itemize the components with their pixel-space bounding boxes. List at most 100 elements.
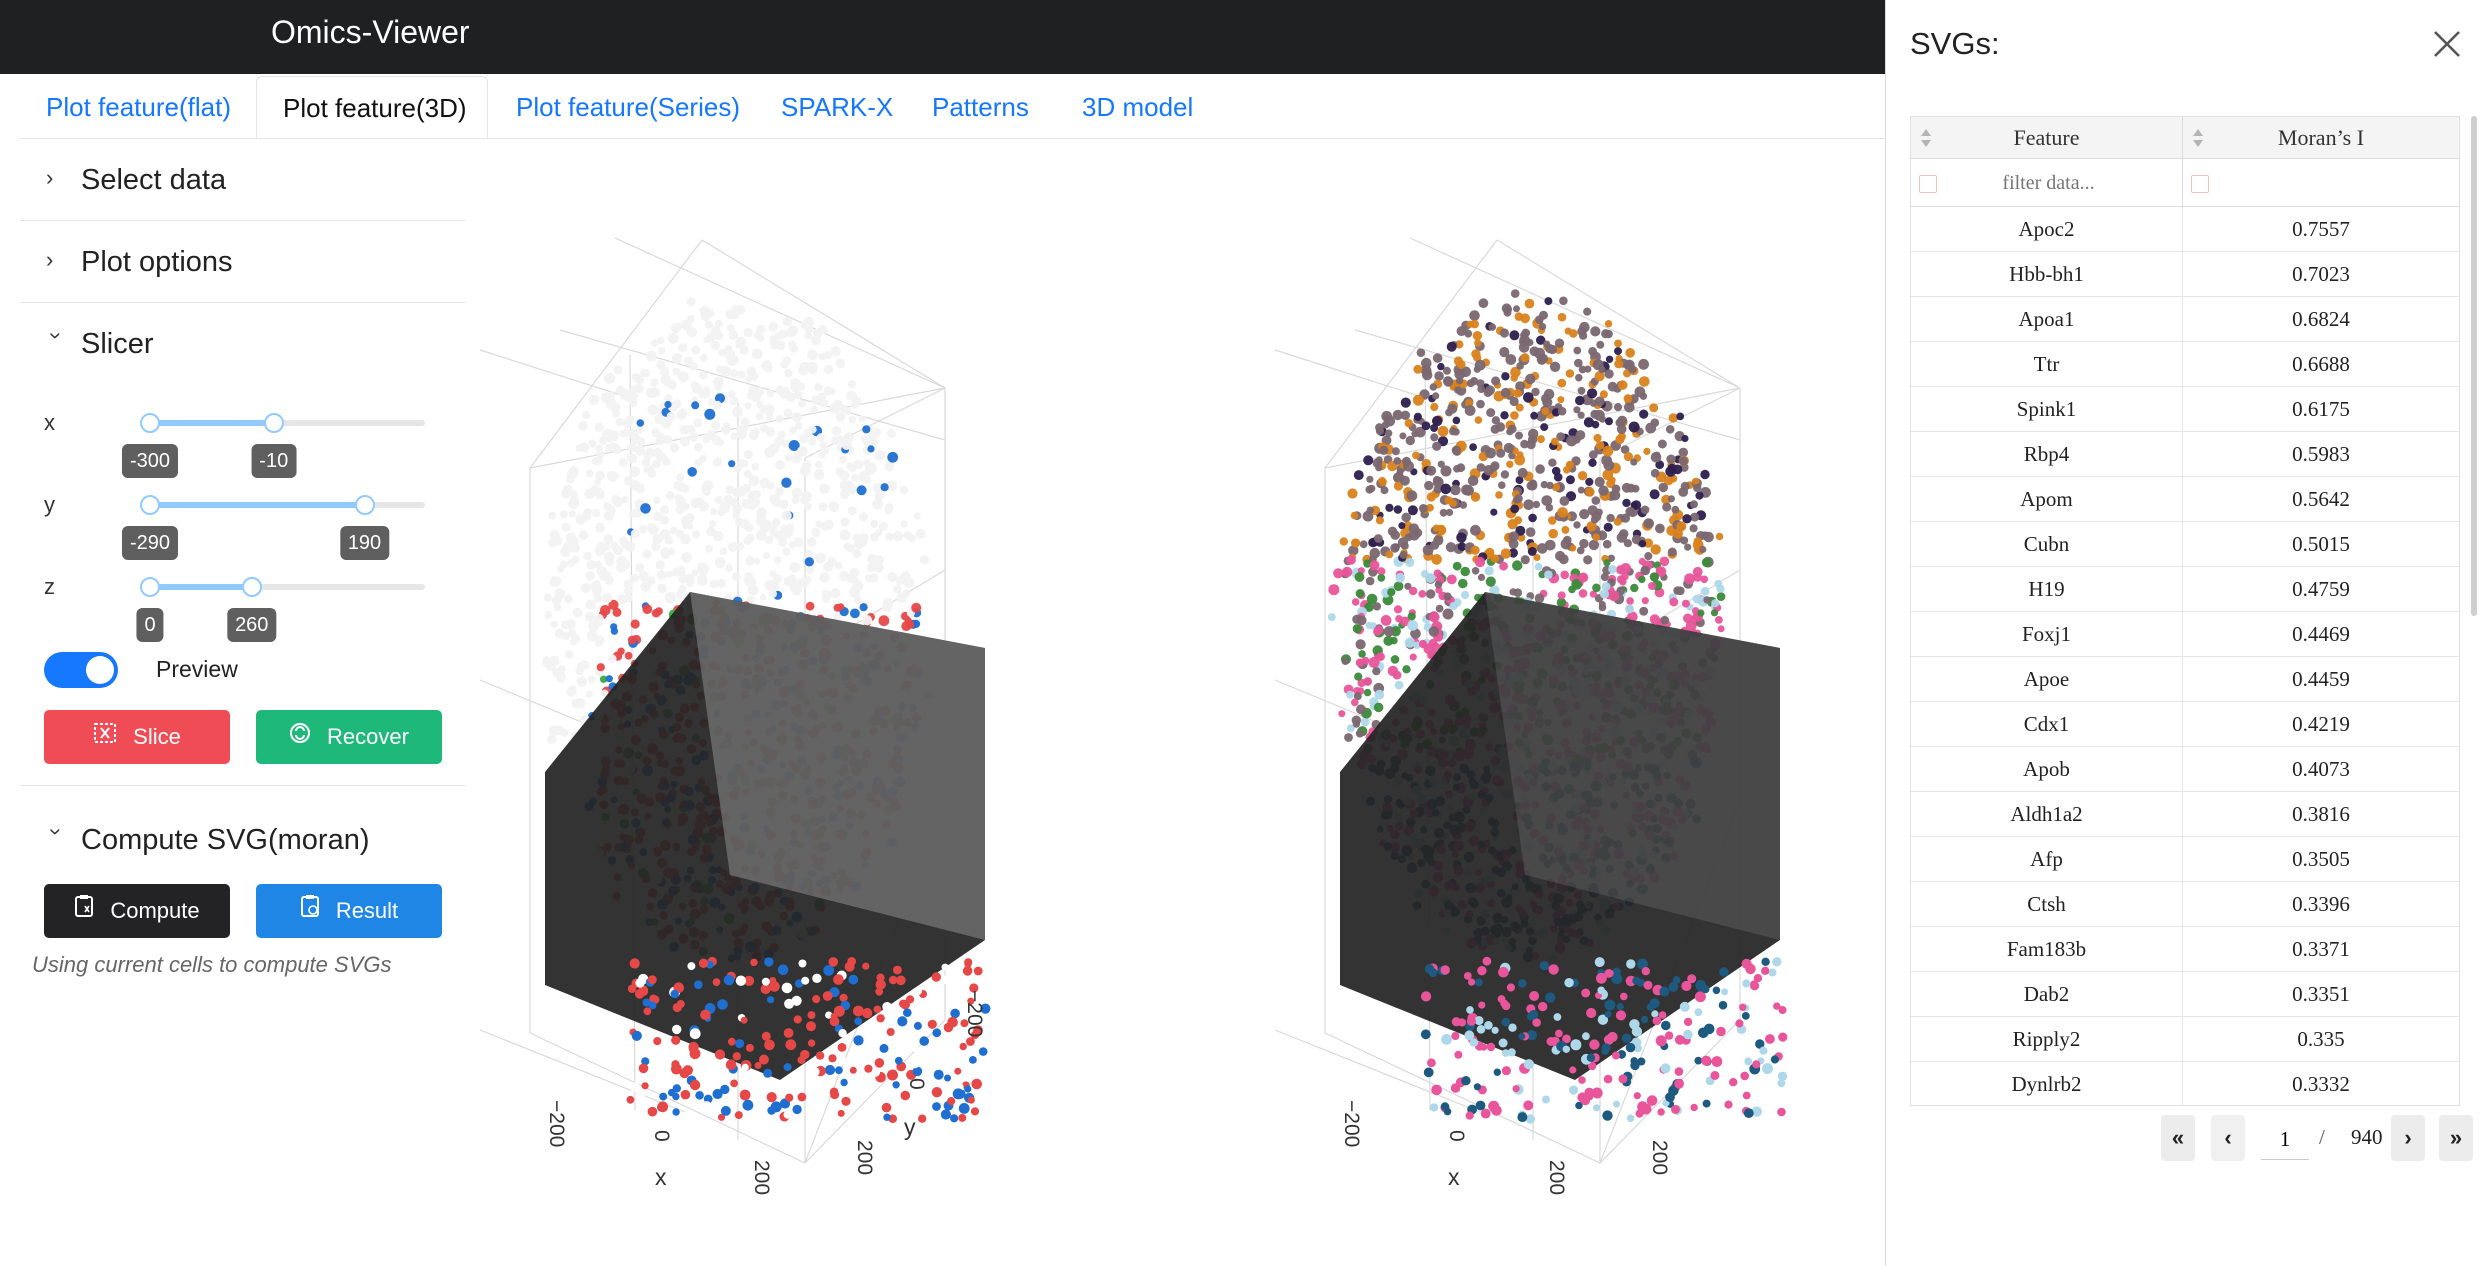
table-row[interactable]: H19 0.4759: [1911, 567, 2459, 612]
scatter-point: [1573, 406, 1581, 414]
tab-plot-feature-flat[interactable]: Plot feature(flat): [20, 76, 257, 138]
scatter-point: [657, 583, 667, 594]
close-icon[interactable]: [2431, 28, 2463, 60]
scatter-point: [755, 412, 764, 421]
table-row[interactable]: Aldh1a2 0.3816: [1911, 792, 2459, 837]
scatter-point: [887, 1069, 898, 1081]
table-row[interactable]: Afp 0.3505: [1911, 837, 2459, 882]
table-scrollbar[interactable]: [2471, 116, 2477, 616]
table-row[interactable]: Spink1 0.6175: [1911, 387, 2459, 432]
first-page-button[interactable]: «: [2161, 1115, 2195, 1161]
scatter-point: [1744, 1057, 1753, 1066]
section-compute-svg[interactable]: › Compute SVG(moran): [20, 800, 465, 880]
scatter-point: [1498, 966, 1509, 978]
recover-button[interactable]: Recover: [256, 710, 442, 764]
scatter-point: [1683, 1029, 1693, 1040]
morans-filter-input[interactable]: [2183, 165, 2459, 201]
scatter-point: [1373, 625, 1384, 635]
scatter-point: [1683, 1017, 1693, 1027]
table-row[interactable]: Hbb-bh1 0.7023: [1911, 252, 2459, 297]
table-row[interactable]: Ctsh 0.3396: [1911, 882, 2459, 927]
scatter-point: [1578, 573, 1587, 581]
scatter-point: [807, 1011, 816, 1020]
scatter-point: [1509, 330, 1520, 341]
table-row[interactable]: Apoe 0.4459: [1911, 657, 2459, 702]
table-row[interactable]: Dynlrb2 0.3332: [1911, 1062, 2459, 1105]
last-page-button[interactable]: »: [2439, 1115, 2473, 1161]
scatter-point: [1684, 543, 1692, 551]
table-row[interactable]: Apoc2 0.7557: [1911, 207, 2459, 252]
slider-handle-low[interactable]: [140, 577, 160, 597]
table-row[interactable]: Dab2 0.3351: [1911, 972, 2459, 1017]
scatter-point: [1347, 488, 1358, 499]
tab-plot-feature-series[interactable]: Plot feature(Series): [490, 76, 766, 138]
scatter-point: [725, 485, 735, 495]
table-row[interactable]: Rbp4 0.5983: [1911, 432, 2459, 477]
preview-toggle[interactable]: [44, 652, 118, 688]
feature-cell: Hbb-bh1: [1911, 252, 2183, 296]
scatter-point: [967, 1096, 975, 1104]
table-row[interactable]: Cdx1 0.4219: [1911, 702, 2459, 747]
table-row[interactable]: Apoa1 0.6824: [1911, 297, 2459, 342]
3d-plot-area[interactable]: −200 0 200 x 200 0 −200 y −200 0 200 x 2…: [470, 140, 1885, 1266]
scatter-point: [1499, 347, 1510, 358]
right-3d-scatter[interactable]: −200 0 200 x 200: [1274, 237, 1788, 1195]
slice-button[interactable]: Slice: [44, 710, 230, 764]
scatter-point: [712, 978, 721, 986]
scatter-point: [1485, 576, 1496, 587]
result-button[interactable]: Result: [256, 884, 442, 938]
scatter-point: [1674, 1067, 1684, 1076]
scatter-point: [594, 522, 605, 533]
table-row[interactable]: Ripply2 0.335: [1911, 1017, 2459, 1062]
scatter-point: [1437, 460, 1445, 468]
column-header-feature[interactable]: Feature: [1911, 117, 2183, 159]
section-select-data[interactable]: › Select data: [20, 140, 465, 221]
scatter-point: [1352, 624, 1362, 634]
slider-handle-low[interactable]: [140, 495, 160, 515]
scatter-point: [1639, 392, 1648, 400]
table-row[interactable]: Ttr 0.6688: [1911, 342, 2459, 387]
table-row[interactable]: Apob 0.4073: [1911, 747, 2459, 792]
slider-track[interactable]: 0 260: [136, 577, 425, 642]
scatter-point: [1697, 609, 1705, 617]
table-row[interactable]: Cubn 0.5015: [1911, 522, 2459, 567]
table-row[interactable]: Foxj1 0.4469: [1911, 612, 2459, 657]
tab-3d-model[interactable]: 3D model: [1056, 76, 1219, 138]
scatter-point: [1365, 621, 1374, 630]
scatter-point: [1373, 534, 1383, 543]
scatter-point: [1351, 538, 1361, 548]
page-number-input[interactable]: [2261, 1119, 2309, 1160]
slider-handle-high[interactable]: [241, 577, 262, 597]
scatter-point: [1625, 1042, 1636, 1053]
section-slicer[interactable]: › Slicer: [20, 304, 465, 384]
tab-spark-x[interactable]: SPARK-X: [755, 76, 919, 138]
sort-icon[interactable]: [2191, 127, 2205, 149]
table-row[interactable]: Apom 0.5642: [1911, 477, 2459, 522]
scatter-point: [1351, 598, 1360, 606]
slider-handle-low[interactable]: [140, 413, 160, 433]
feature-filter-input[interactable]: [1911, 165, 2186, 201]
3d-scatter-plots[interactable]: −200 0 200 x 200 0 −200 y −200 0 200 x 2…: [470, 140, 1885, 1266]
prev-page-button[interactable]: ‹: [2211, 1115, 2245, 1161]
scatter-point: [1557, 406, 1567, 416]
slider-tooltip-high: -10: [251, 444, 297, 478]
scatter-point: [1544, 570, 1553, 579]
scatter-point: [627, 635, 637, 645]
tab-patterns[interactable]: Patterns: [906, 76, 1055, 138]
next-page-button[interactable]: ›: [2391, 1115, 2425, 1161]
slider-handle-high[interactable]: [354, 495, 375, 515]
slider-handle-high[interactable]: [263, 413, 284, 433]
column-header-morans-i[interactable]: Moran’s I: [2183, 117, 2459, 159]
scatter-point: [1638, 575, 1646, 584]
slider-track[interactable]: -290 190: [121, 495, 425, 560]
left-3d-scatter[interactable]: −200 0 200 x 200 0 −200 y: [479, 237, 991, 1195]
scatter-point: [1569, 1085, 1579, 1095]
scatter-point: [756, 334, 765, 342]
sort-icon[interactable]: [1919, 127, 1933, 149]
compute-button[interactable]: Compute: [44, 884, 230, 938]
scatter-point: [635, 978, 645, 988]
section-plot-options[interactable]: › Plot options: [20, 222, 465, 303]
tab-plot-feature-3d[interactable]: Plot feature(3D): [256, 76, 488, 138]
slider-track[interactable]: -300 -10: [121, 413, 425, 478]
table-row[interactable]: Fam183b 0.3371: [1911, 927, 2459, 972]
